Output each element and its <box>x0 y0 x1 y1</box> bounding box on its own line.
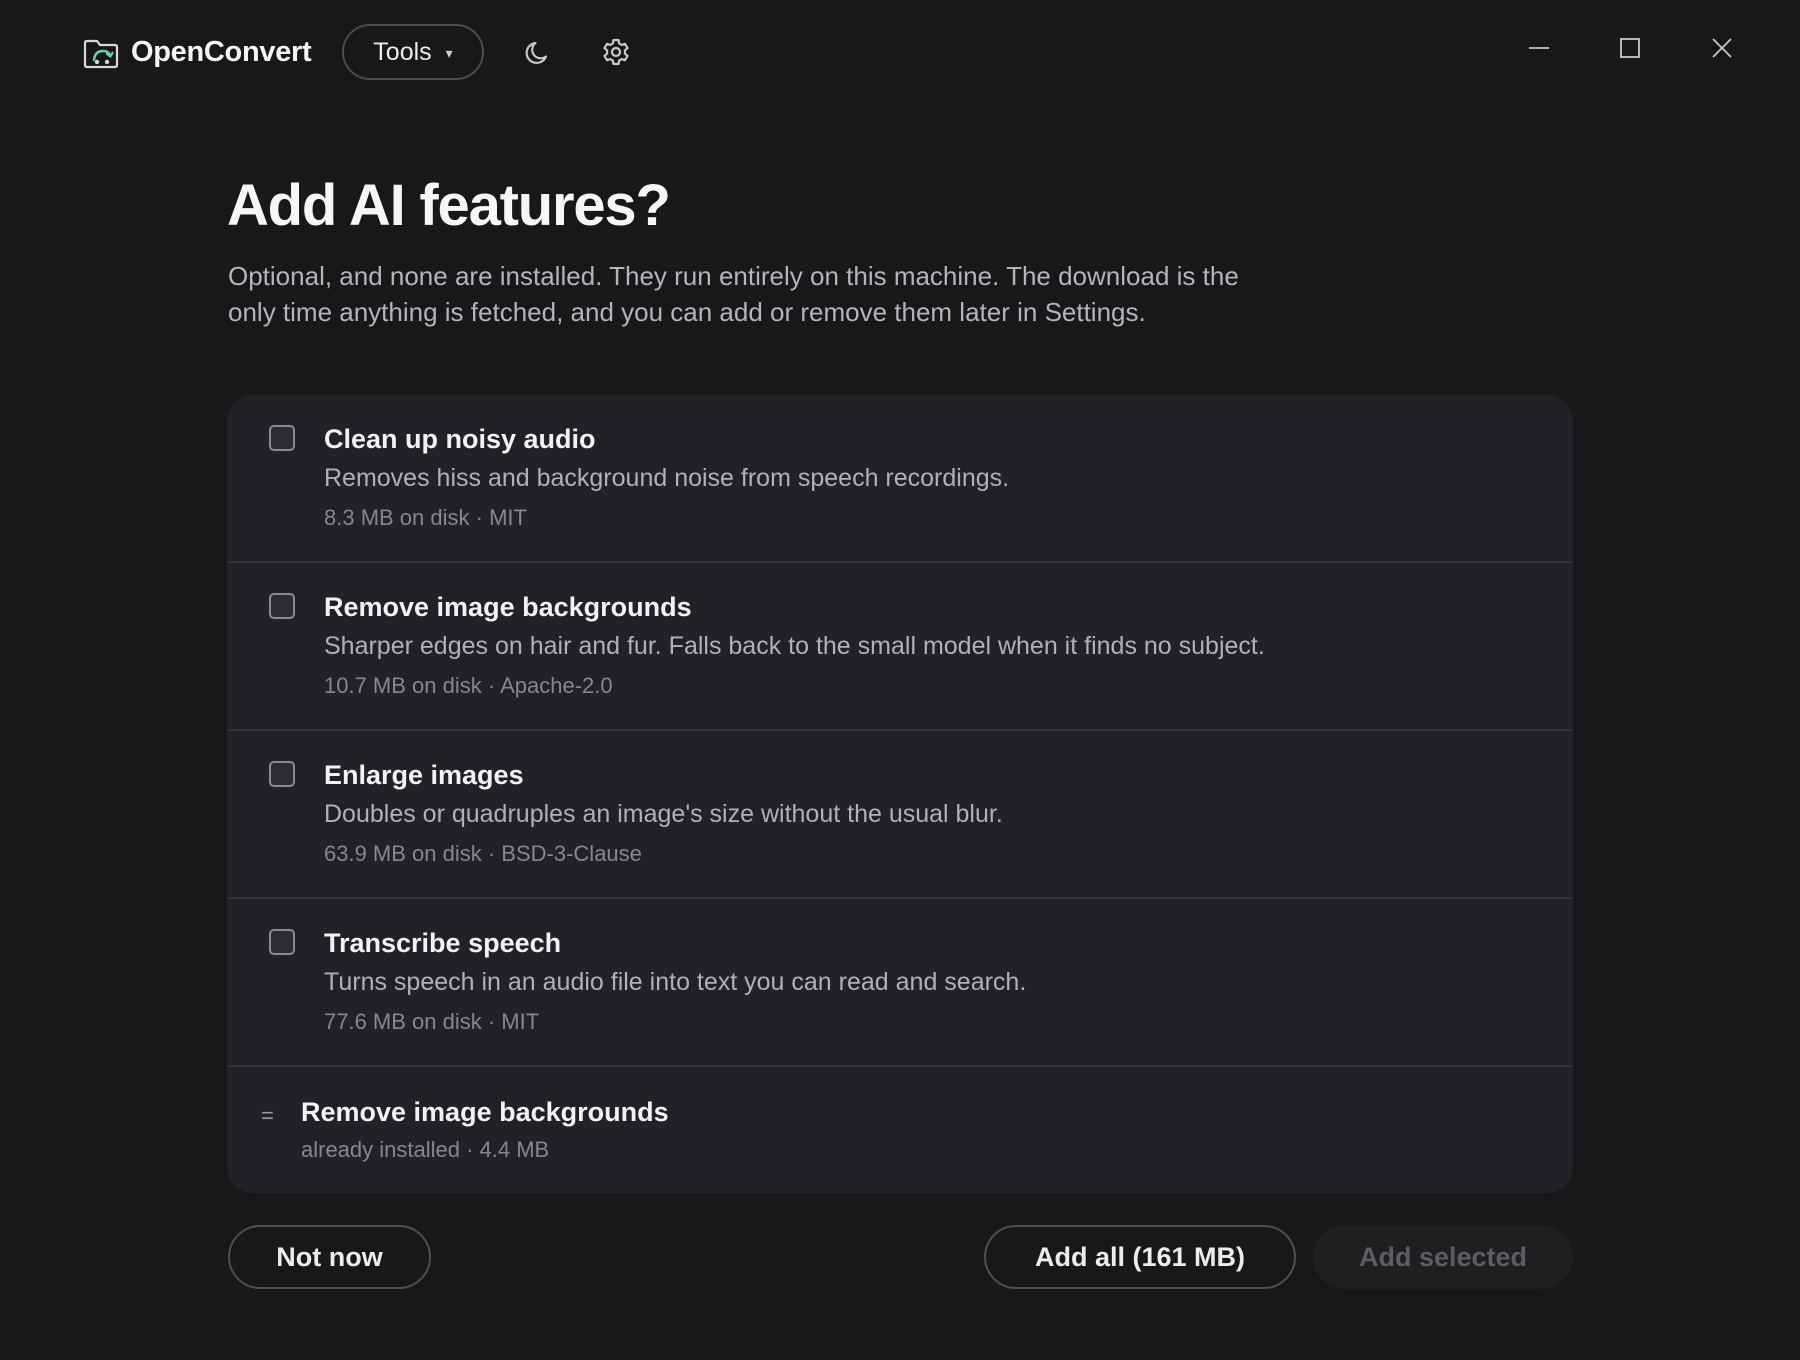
feature-row-enlarge-images[interactable]: Enlarge images Doubles or quadruples an … <box>227 731 1573 899</box>
feature-checkbox[interactable] <box>269 761 295 787</box>
tools-menu-button[interactable]: Tools ▾ <box>342 24 484 80</box>
feature-checkbox[interactable] <box>269 425 295 451</box>
feature-description: Doubles or quadruples an image's size wi… <box>324 800 1003 828</box>
feature-title: Clean up noisy audio <box>324 424 596 454</box>
theme-toggle-button[interactable] <box>518 32 558 72</box>
intro-text: Optional, and none are installed. They r… <box>228 261 1239 327</box>
installed-feature-row: = Remove image backgrounds already insta… <box>227 1067 1573 1193</box>
chevron-down-icon: ▾ <box>445 44 453 61</box>
feature-description: Turns speech in an audio file into text … <box>324 968 1027 996</box>
tools-label: Tools <box>373 37 432 66</box>
feature-meta: 77.6 MB on disk · MIT <box>324 1009 540 1034</box>
installed-mark: = <box>261 1103 274 1128</box>
feature-row-remove-backgrounds[interactable]: Remove image backgrounds Sharper edges o… <box>227 563 1573 731</box>
feature-meta: 8.3 MB on disk · MIT <box>324 505 527 530</box>
brand: OpenConvert <box>81 32 312 72</box>
feature-row-noisy-audio[interactable]: Clean up noisy audio Removes hiss and ba… <box>227 395 1573 563</box>
add-selected-button[interactable]: Add selected <box>1313 1225 1573 1289</box>
page-title: Add AI features? <box>227 173 671 238</box>
minimize-button[interactable] <box>1513 26 1565 70</box>
maximize-icon <box>1620 38 1640 58</box>
app-name: OpenConvert <box>131 36 312 68</box>
close-window-button[interactable] <box>1696 26 1748 70</box>
installed-feature-title: Remove image backgrounds <box>301 1097 669 1127</box>
feature-description: Sharper edges on hair and fur. Falls bac… <box>324 632 1265 660</box>
feature-meta: 63.9 MB on disk · BSD-3-Clause <box>324 841 642 866</box>
convert-logo-icon <box>83 39 119 69</box>
app-window: OpenConvert Tools ▾ Add AI features? Opt… <box>0 0 1800 1360</box>
feature-row-transcribe-speech[interactable]: Transcribe speech Turns speech in an aud… <box>227 899 1573 1067</box>
feature-list: Clean up noisy audio Removes hiss and ba… <box>227 395 1573 1193</box>
gear-icon <box>603 38 629 66</box>
feature-description: Removes hiss and background noise from s… <box>324 464 1010 492</box>
title-bar: OpenConvert Tools ▾ <box>0 0 1800 104</box>
not-now-button[interactable]: Not now <box>228 1225 431 1289</box>
settings-button[interactable] <box>596 32 636 72</box>
minimize-icon <box>1529 47 1549 49</box>
installed-feature-meta: already installed · 4.4 MB <box>301 1137 550 1162</box>
maximize-button[interactable] <box>1604 26 1656 70</box>
close-icon <box>1712 38 1732 58</box>
feature-title: Remove image backgrounds <box>324 592 692 622</box>
moon-icon <box>525 41 548 65</box>
add-all-button[interactable]: Add all (161 MB) <box>984 1225 1296 1289</box>
feature-checkbox[interactable] <box>269 929 295 955</box>
feature-checkbox[interactable] <box>269 593 295 619</box>
feature-meta: 10.7 MB on disk · Apache-2.0 <box>324 673 613 698</box>
feature-title: Transcribe speech <box>324 928 562 958</box>
feature-title: Enlarge images <box>324 760 524 790</box>
